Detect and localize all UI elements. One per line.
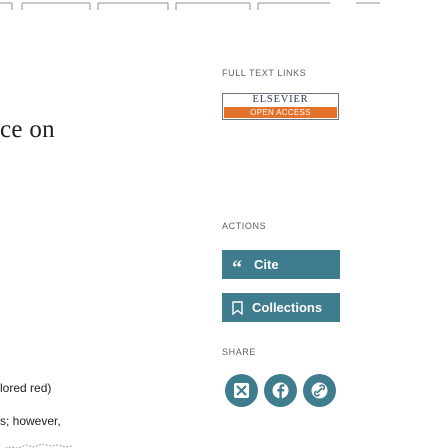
article-text-line: lored red) — [0, 381, 52, 395]
share-facebook-button[interactable] — [264, 374, 297, 407]
full-text-links-heading: FULL TEXT LINKS — [222, 68, 307, 78]
permalink-icon — [311, 382, 328, 399]
top-divider-strip — [0, 0, 448, 14]
share-twitter-x-button[interactable] — [225, 374, 258, 407]
quote-icon: “ — [232, 256, 242, 279]
elsevier-open-access-link[interactable]: ELSEVIER OPEN ACCESS — [222, 93, 339, 120]
cite-button-label: Cite — [254, 257, 279, 272]
article-text-line: s; however, — [0, 414, 61, 428]
actions-heading: ACTIONS — [222, 221, 267, 231]
facebook-icon — [272, 382, 289, 399]
cite-button[interactable]: “ Cite — [222, 250, 340, 279]
open-access-badge: OPEN ACCESS — [224, 107, 337, 118]
article-title-fragment: ce on — [0, 116, 55, 143]
collections-button-label: Collections — [252, 300, 323, 315]
twitter-x-icon — [234, 383, 249, 398]
collections-button[interactable]: Collections — [222, 293, 340, 322]
share-heading: SHARE — [222, 347, 257, 357]
share-permalink-button[interactable] — [303, 374, 336, 407]
publisher-logo: ELSEVIER — [252, 94, 309, 105]
bookmark-icon — [232, 300, 243, 315]
article-figure-fragment — [0, 438, 74, 448]
